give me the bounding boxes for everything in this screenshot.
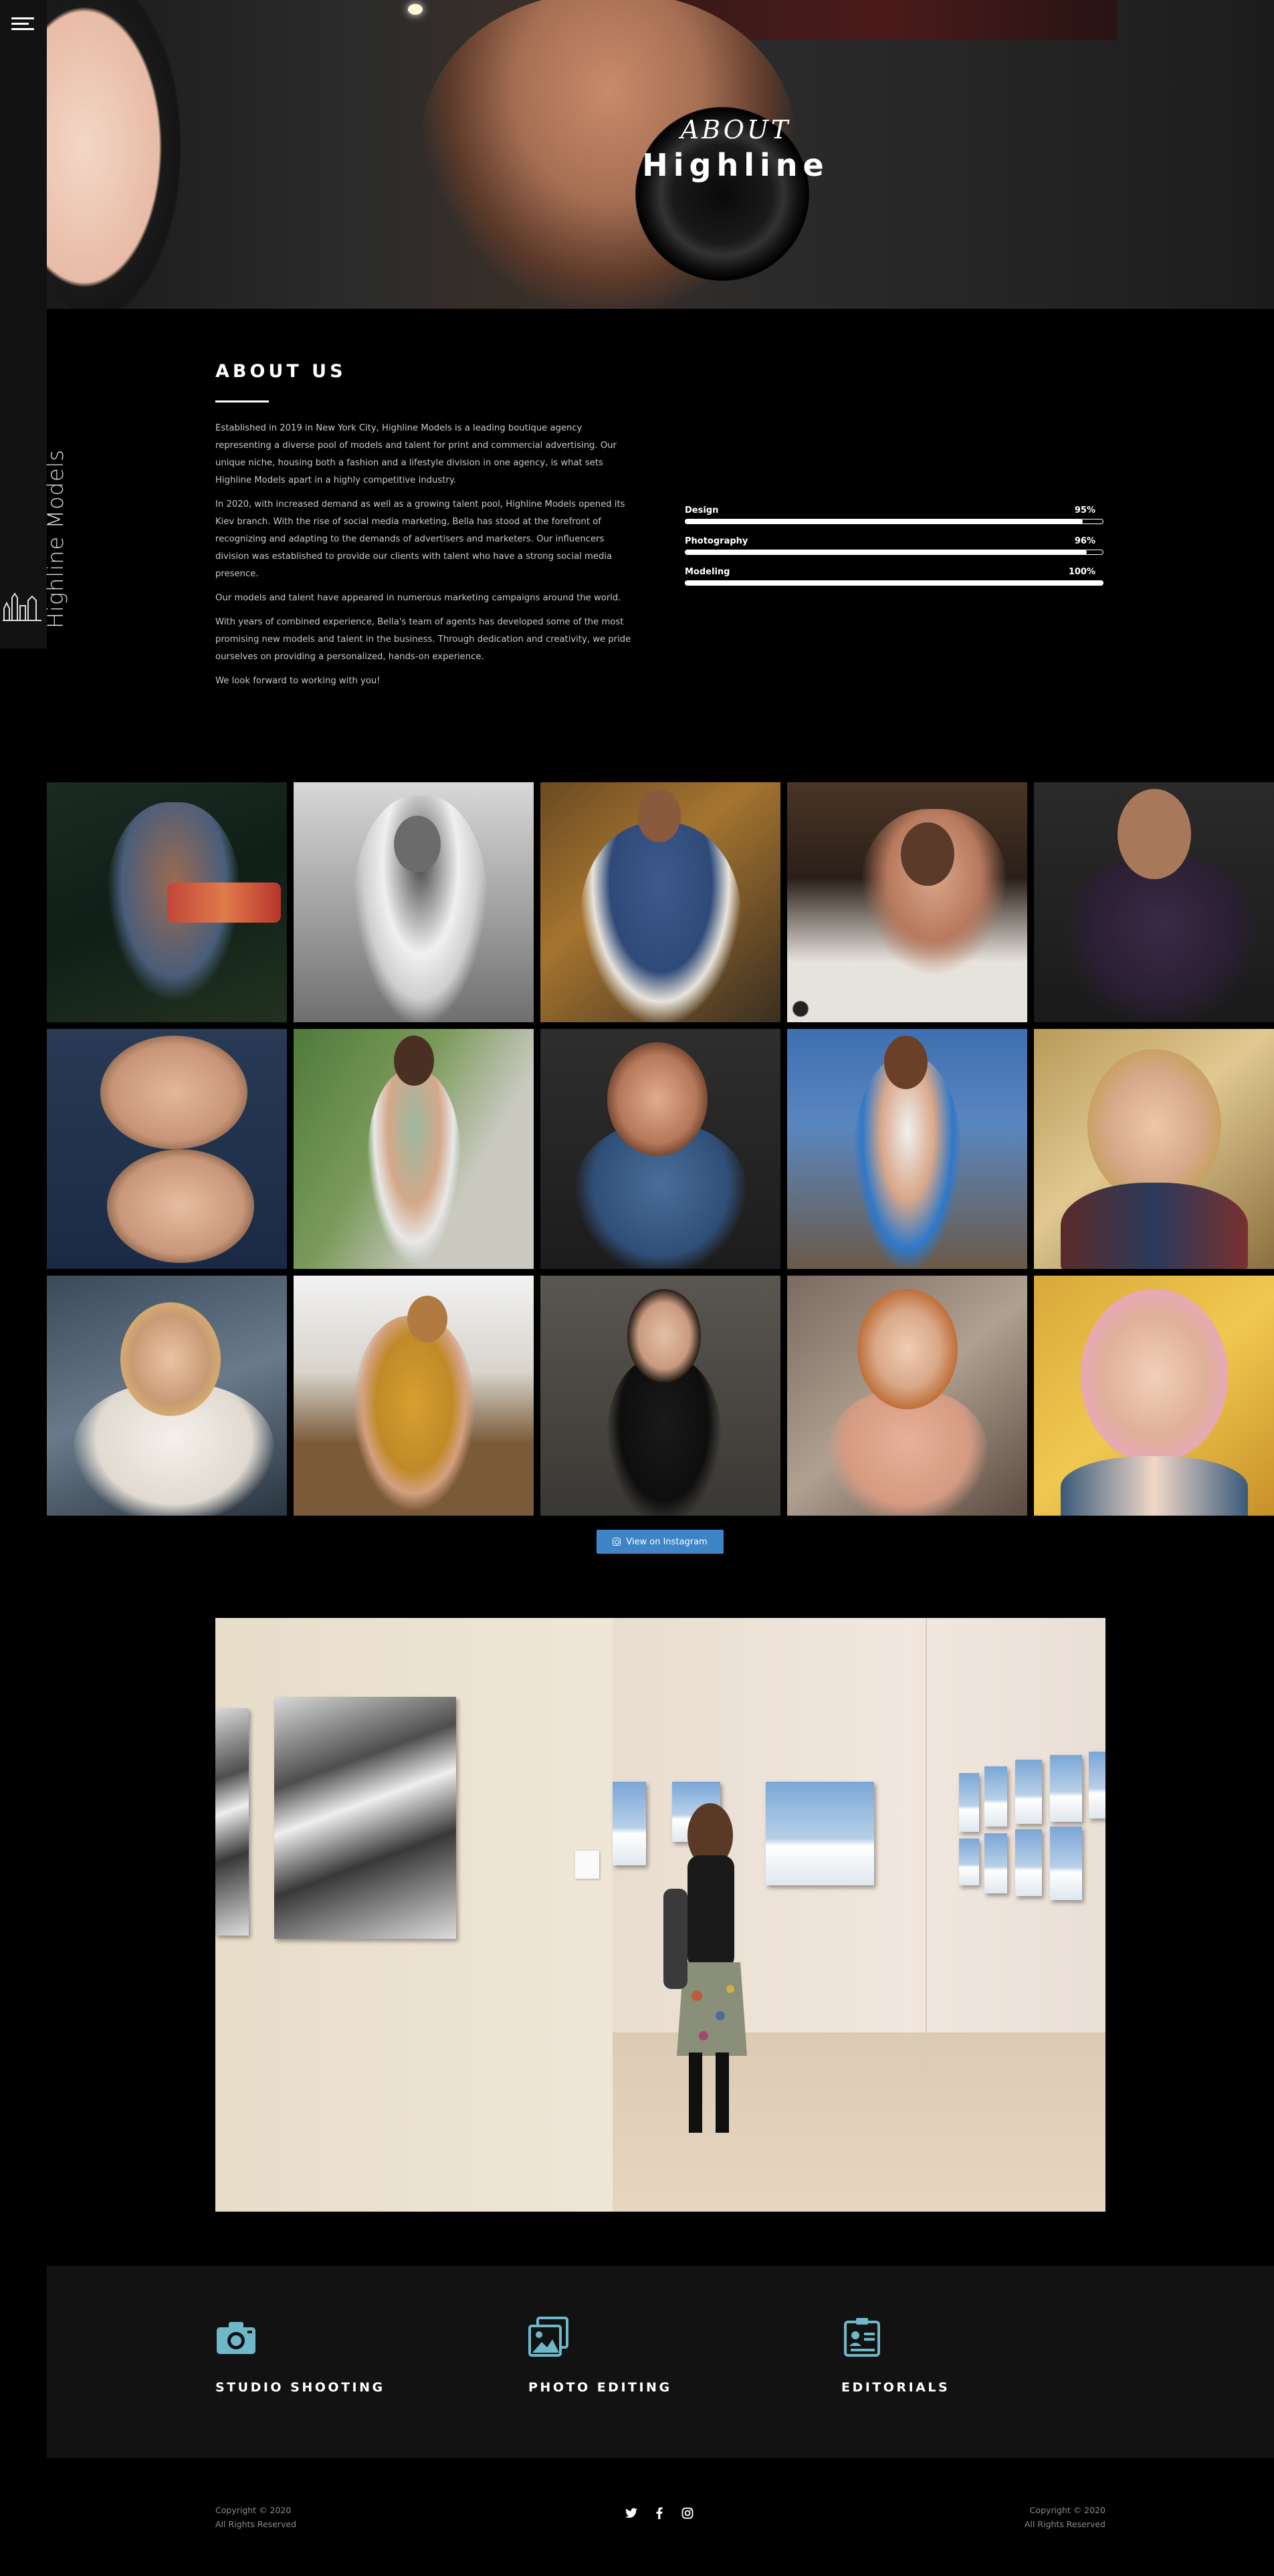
camera-icon	[217, 2322, 255, 2354]
copyright-line: Copyright © 2020	[1029, 2505, 1105, 2515]
photo-wall-corner	[926, 1618, 927, 2079]
hero-light-spot	[408, 4, 423, 15]
artwork-frame	[1050, 1755, 1082, 1822]
about-section: ABOUT US Established in 2019 in New York…	[215, 361, 637, 697]
sidebar-logo-text: Highline Models	[43, 449, 68, 628]
instagram-icon	[613, 1538, 621, 1546]
about-paragraph: Established in 2019 in New York City, Hi…	[215, 423, 617, 485]
gallery-photo[interactable]	[47, 782, 287, 1022]
skyline-logo-icon	[3, 592, 41, 621]
service-name: PHOTO EDITING	[528, 2380, 672, 2395]
gallery-photo[interactable]	[787, 1029, 1027, 1269]
artwork-frame	[766, 1782, 874, 1885]
gallery-photo[interactable]	[1034, 782, 1274, 1022]
skill-percent: 96%	[1074, 536, 1095, 546]
sidebar: Highline Models	[0, 0, 68, 649]
ring-light-image	[47, 0, 181, 309]
progress-fill	[685, 580, 1103, 586]
facebook-icon[interactable]	[653, 2506, 666, 2520]
skill-name: Design	[685, 505, 719, 515]
user-icon	[792, 1001, 809, 1017]
artwork-frame	[959, 1773, 979, 1832]
hero-script-text: ABOUT	[680, 115, 791, 144]
artwork-frame	[1015, 1760, 1042, 1824]
social-links	[625, 2506, 694, 2520]
service-editorials: EDITORIALS	[841, 2317, 1109, 2395]
gallery-photo[interactable]	[540, 1029, 780, 1269]
hero-banner: ABOUT Highline	[47, 0, 1274, 309]
hero-title: Highline	[642, 147, 829, 183]
rights-line: All Rights Reserved	[215, 2519, 297, 2529]
skill-design: Design 95%	[685, 505, 1103, 536]
gallery-photo[interactable]	[1034, 1029, 1274, 1269]
progress-fill	[685, 519, 1083, 524]
skill-percent: 100%	[1068, 567, 1095, 577]
artwork-frame	[1089, 1752, 1105, 1819]
visitor-figure	[663, 1803, 747, 2133]
service-studio-shooting: STUDIO SHOOTING	[215, 2317, 483, 2395]
rights-line: All Rights Reserved	[1024, 2519, 1105, 2529]
skill-name: Modeling	[685, 567, 730, 577]
artwork-frame	[984, 1833, 1007, 1893]
gallery-photo[interactable]	[47, 1029, 287, 1269]
artwork-frame	[613, 1782, 646, 1865]
footer-copyright-left: Copyright © 2020 All Rights Reserved	[215, 2503, 296, 2531]
about-paragraph: We look forward to working with you!	[215, 676, 381, 686]
skill-name: Photography	[685, 536, 748, 546]
hamburger-menu-icon[interactable]	[11, 17, 34, 33]
artwork-label	[575, 1851, 599, 1879]
artwork-frame	[959, 1839, 979, 1885]
about-paragraph: Our models and talent have appeared in n…	[215, 593, 621, 603]
gallery-photo[interactable]	[540, 782, 780, 1022]
gallery-photo[interactable]	[787, 1276, 1027, 1516]
heading-divider	[215, 400, 269, 402]
footer: Copyright © 2020 All Rights Reserved Cop…	[0, 2458, 1274, 2576]
instagram-button-label: View on Instagram	[626, 1536, 708, 1547]
service-name: EDITORIALS	[841, 2380, 950, 2395]
artwork-frame	[215, 1708, 249, 1936]
skill-percent: 95%	[1074, 505, 1095, 515]
artwork-frame	[1015, 1829, 1042, 1896]
gallery-photo[interactable]	[787, 782, 1027, 1022]
gallery-photo[interactable]	[294, 1029, 534, 1269]
twitter-icon[interactable]	[625, 2506, 638, 2520]
instagram-icon[interactable]	[681, 2506, 694, 2520]
about-paragraph: With years of combined experience, Bella…	[215, 617, 631, 662]
exhibition-photo	[215, 1618, 1105, 2212]
gallery-photo[interactable]	[294, 782, 534, 1022]
about-heading: ABOUT US	[215, 361, 346, 382]
skill-modeling: Modeling 100%	[685, 567, 1103, 598]
service-photo-editing: PHOTO EDITING	[528, 2317, 796, 2395]
gallery-photo[interactable]	[294, 1276, 534, 1516]
services-section: STUDIO SHOOTING PHOTO EDITING EDITORIALS	[47, 2266, 1274, 2458]
gallery-photo[interactable]	[1034, 1276, 1274, 1516]
artwork-frame	[984, 1766, 1007, 1827]
artwork-frame	[1050, 1827, 1082, 1900]
progress-fill	[685, 550, 1087, 555]
service-name: STUDIO SHOOTING	[215, 2380, 385, 2395]
id-badge-icon	[844, 2318, 880, 2357]
photo-edit-icon	[528, 2317, 568, 2357]
sidebar-logo[interactable]: Highline Models	[0, 428, 68, 628]
footer-copyright-right: Copyright © 2020 All Rights Reserved	[963, 2503, 1105, 2531]
artwork-frame	[274, 1697, 456, 1939]
gallery-photo[interactable]	[540, 1276, 780, 1516]
copyright-line: Copyright © 2020	[215, 2505, 292, 2515]
skill-photography: Photography 96%	[685, 536, 1103, 567]
skills-list: Design 95% Photography 96% Modeling 100%	[685, 505, 1103, 598]
view-on-instagram-button[interactable]: View on Instagram	[597, 1530, 724, 1554]
gallery-photo[interactable]	[47, 1276, 287, 1516]
instagram-gallery	[47, 782, 1274, 1516]
about-paragraph: In 2020, with increased demand as well a…	[215, 499, 625, 579]
